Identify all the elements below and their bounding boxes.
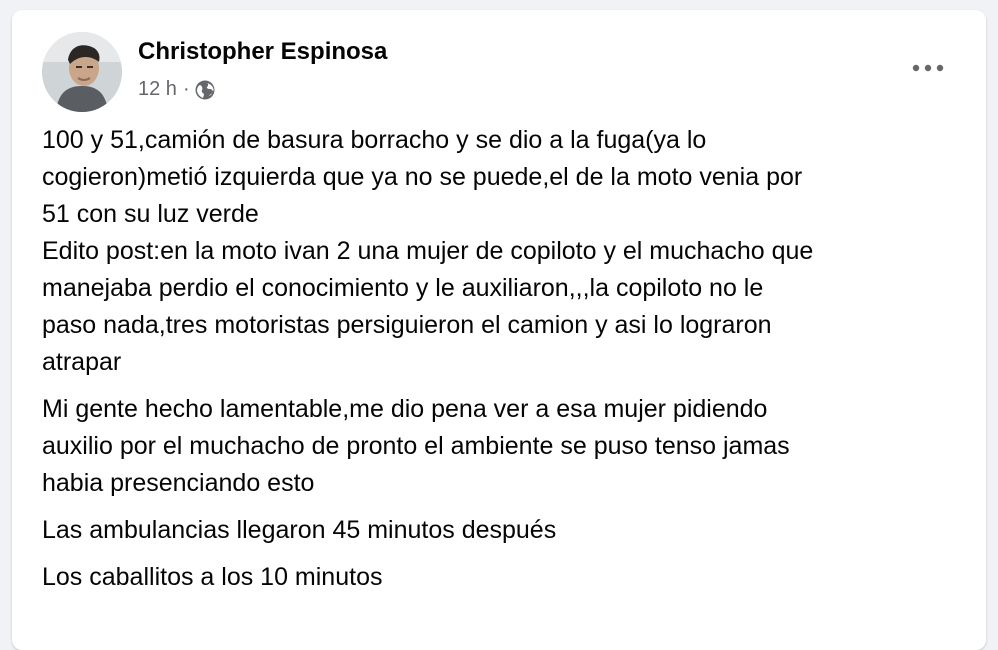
post-text-line: 100 y 51,camión de basura borracho y se … xyxy=(42,126,707,154)
post-meta: 12 h · xyxy=(138,78,216,101)
post-paragraph: 100 y 51,camión de basura borracho y se … xyxy=(42,122,962,381)
post-text-line: Los caballitos a los 10 minutos xyxy=(42,563,383,591)
author-name[interactable]: Christopher Espinosa xyxy=(138,38,387,66)
post-text-line: 51 con su luz verde xyxy=(42,200,259,228)
post-text-line: manejaba perdio el conocimiento y le aux… xyxy=(42,274,764,302)
globe-icon[interactable] xyxy=(194,79,216,101)
post-paragraph: Las ambulancias llegaron 45 minutos desp… xyxy=(42,512,962,549)
more-options-button[interactable] xyxy=(908,56,948,80)
post-text-line: Mi gente hecho lamentable,me dio pena ve… xyxy=(42,395,768,423)
post-text-line: cogieron)metió izquierda que ya no se pu… xyxy=(42,163,803,191)
post-body: 100 y 51,camión de basura borracho y se … xyxy=(42,122,962,606)
profile-photo xyxy=(42,32,122,112)
post-paragraph: Mi gente hecho lamentable,me dio pena ve… xyxy=(42,391,962,502)
post-text-line: habia presenciando esto xyxy=(42,469,315,497)
post-time[interactable]: 12 h xyxy=(138,78,177,101)
post-text-line: Las ambulancias llegaron 45 minutos desp… xyxy=(42,516,557,544)
post-paragraph: Los caballitos a los 10 minutos xyxy=(42,559,962,596)
meta-separator: · xyxy=(182,78,190,100)
post-text-line: Edito post:en la moto ivan 2 una mujer d… xyxy=(42,237,814,265)
post-card: Christopher Espinosa 12 h · 100 y 51,cam… xyxy=(12,10,986,650)
post-text-line: paso nada,tres motoristas persiguieron e… xyxy=(42,311,772,339)
more-horizontal-icon xyxy=(912,64,944,72)
post-text-line: atrapar xyxy=(42,348,122,376)
avatar[interactable] xyxy=(42,32,122,112)
post-text-line: auxilio por el muchacho de pronto el amb… xyxy=(42,432,790,460)
